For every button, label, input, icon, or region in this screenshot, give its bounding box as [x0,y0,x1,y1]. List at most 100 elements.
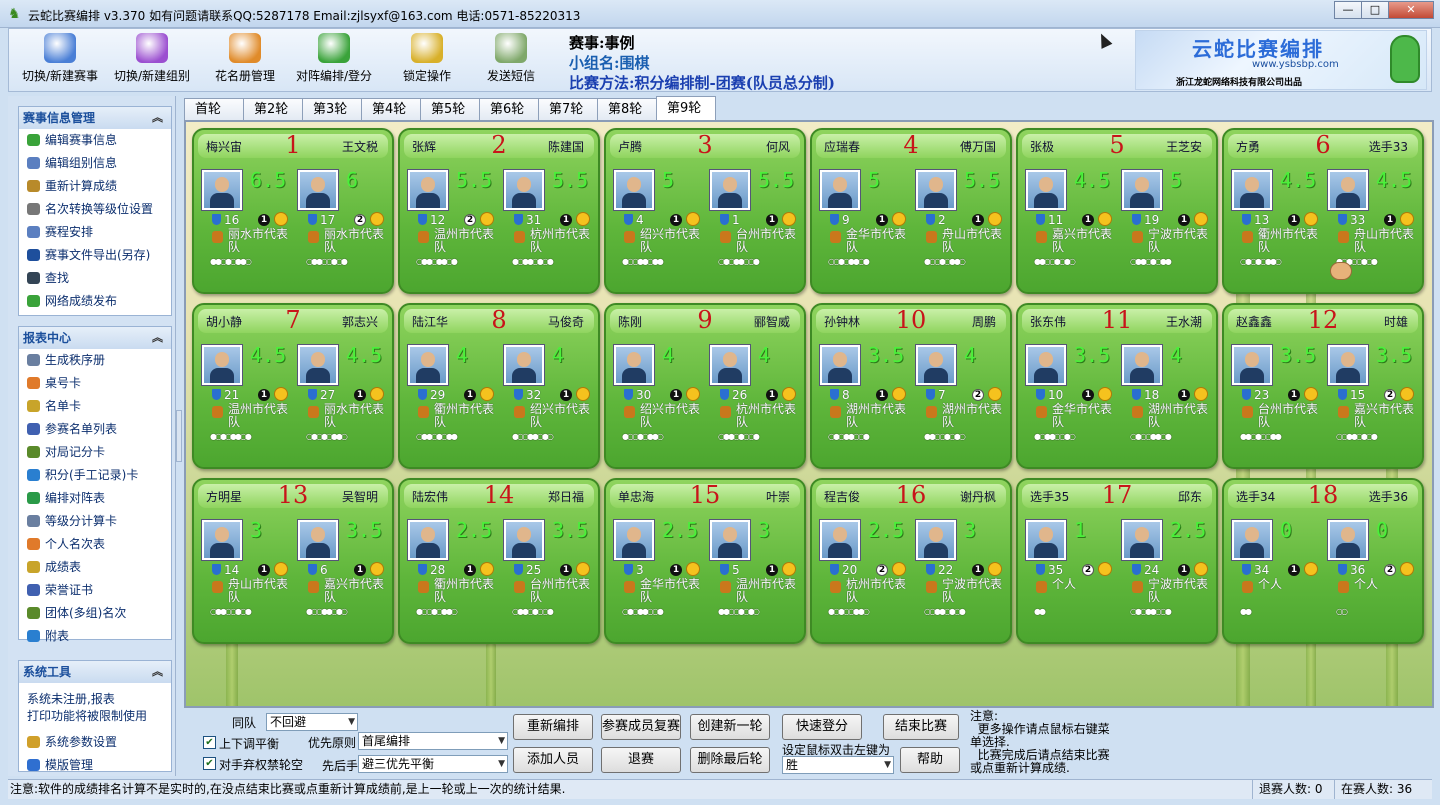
result-emoji-icon[interactable] [988,212,1002,226]
table-card[interactable]: 张东伟 11 王水潮 3.5 10 1 金华市代表队 ●○●●○○●○ 4 18 1 湖州市代表队 ○●… [1016,303,1218,469]
player-avatar[interactable] [298,520,338,560]
result-emoji-icon[interactable] [1304,387,1318,401]
result-emoji-icon[interactable] [1098,562,1112,576]
result-emoji-icon[interactable] [274,212,288,226]
result-emoji-icon[interactable] [1400,387,1414,401]
tab-round-4[interactable]: 第4轮 [361,98,421,120]
tab-round-7[interactable]: 第7轮 [538,98,598,120]
table-card[interactable]: 陆宏伟 14 郑日福 2.5 28 1 衢州市代表队 ●○○●○●●○ 3.5 25 1 台州市代表队… [398,478,600,644]
quick-score-button[interactable]: 快速登分 [782,714,862,740]
table-card[interactable]: 程吉俊 16 谢丹枫 2.5 20 2 杭州市代表队 ●○●○○●●○ 3 22 1 宁波市代表队 ○○… [810,478,1012,644]
result-emoji-icon[interactable] [1400,562,1414,576]
sidebar-report-item[interactable]: 等级分计算卡 [19,510,171,533]
collapse-icon[interactable]: ︽ [152,327,163,349]
result-emoji-icon[interactable] [370,212,384,226]
player-avatar[interactable] [820,345,860,385]
panel-header[interactable]: 赛事信息管理 ︽ [19,107,171,129]
player-avatar[interactable] [916,520,956,560]
collapse-icon[interactable]: ︽ [152,661,163,683]
sidebar-info-item[interactable]: 名次转换等级位设置 [19,198,171,221]
add-player-button[interactable]: 添加人员 [513,747,593,773]
sidebar-report-item[interactable]: 荣誉证书 [19,579,171,602]
sidebar-report-item[interactable]: 对局记分卡 [19,441,171,464]
end-match-button[interactable]: 结束比赛 [883,714,959,740]
result-emoji-icon[interactable] [686,387,700,401]
result-emoji-icon[interactable] [370,387,384,401]
toolbar-button-1[interactable]: 切换/新建组别 [107,31,197,89]
table-card[interactable]: 陈刚 9 郦智威 4 30 1 绍兴市代表队 ●○○●○●●○ 4 26 1 杭州市代表队 ○●●○●○… [604,303,806,469]
result-emoji-icon[interactable] [1194,212,1208,226]
sidebar-info-item[interactable]: 查找 [19,267,171,290]
withdraw-button[interactable]: 退赛 [601,747,681,773]
player-avatar[interactable] [1232,345,1272,385]
sidebar-report-item[interactable]: 名单卡 [19,395,171,418]
toolbar-button-2[interactable]: 花名册管理 [207,31,283,89]
result-emoji-icon[interactable] [480,387,494,401]
table-card[interactable]: 张辉 2 陈建国 5.5 12 2 温州市代表队 ○●●○●●○● 5.5 31 1 杭州市代表队 ●○… [398,128,600,294]
sidebar-report-item[interactable]: 团体(多组)名次 [19,602,171,625]
result-emoji-icon[interactable] [1304,212,1318,226]
result-emoji-icon[interactable] [1098,212,1112,226]
result-emoji-icon[interactable] [782,387,796,401]
result-emoji-icon[interactable] [480,562,494,576]
player-avatar[interactable] [710,170,750,210]
result-emoji-icon[interactable] [576,387,590,401]
player-avatar[interactable] [1026,520,1066,560]
player-avatar[interactable] [1328,345,1368,385]
first-move-select[interactable]: 避三优先平衡 ▼ [358,755,508,773]
table-card[interactable]: 应瑞春 4 傅万国 5 9 1 金华市代表队 ○○●○●●○● 5.5 2 1 舟山市代表队 ●○○●○… [810,128,1012,294]
table-card[interactable]: 胡小静 7 郭志兴 4.5 21 1 温州市代表队 ●○●○●●○● 4.5 27 1 丽水市代表队 ○… [192,303,394,469]
player-avatar[interactable] [298,170,338,210]
player-avatar[interactable] [202,170,242,210]
collapse-icon[interactable]: ︽ [152,107,163,129]
result-emoji-icon[interactable] [892,387,906,401]
result-emoji-icon[interactable] [1304,562,1318,576]
result-emoji-icon[interactable] [782,212,796,226]
table-card[interactable]: 陆江华 8 马俊奇 4 29 1 衢州市代表队 ○●●○●○●● 4 32 1 绍兴市代表队 ●○○●●… [398,303,600,469]
player-avatar[interactable] [408,345,448,385]
player-avatar[interactable] [916,345,956,385]
repair-button[interactable]: 重新编排 [513,714,593,740]
tab-round-2[interactable]: 第2轮 [243,98,303,120]
sidebar-splitter[interactable] [176,410,182,462]
sidebar-info-item[interactable]: 重新计算成绩 [19,175,171,198]
sidebar-info-item[interactable]: 编辑赛事信息 [19,129,171,152]
table-card[interactable]: 选手34 18 选手36 0 34 1 个人 ●● 0 36 2 个人 ○○ [1222,478,1424,644]
sidebar-report-item[interactable]: 积分(手工记录)卡 [19,464,171,487]
player-avatar[interactable] [614,170,654,210]
help-button[interactable]: 帮助 [900,747,960,773]
dblclick-select[interactable]: 胜 ▼ [782,756,894,774]
table-card[interactable]: 选手35 17 邱东 1 35 2 个人 ●● 2.5 24 1 宁波市代表队 ○●○●●○○● [1016,478,1218,644]
sidebar-report-item[interactable]: 编排对阵表 [19,487,171,510]
player-avatar[interactable] [916,170,956,210]
player-avatar[interactable] [1026,345,1066,385]
new-round-button[interactable]: 创建新一轮 [690,714,770,740]
sidebar-info-item[interactable]: 赛事文件导出(另存) [19,244,171,267]
table-card[interactable]: 赵鑫鑫 12 时雄 3.5 23 1 台州市代表队 ●●○●○○●● 3.5 15 2 嘉兴市代表队 ○… [1222,303,1424,469]
result-emoji-icon[interactable] [274,562,288,576]
minimize-button[interactable]: — [1334,1,1362,19]
toolbar-button-3[interactable]: 对阵编排/登分 [285,31,383,89]
result-emoji-icon[interactable] [988,562,1002,576]
tab-round-9[interactable]: 第9轮 [656,96,716,120]
table-card[interactable]: 张极 5 王芝安 4.5 11 1 嘉兴市代表队 ●●○○●○●○ 5 19 1 宁波市代表队 ○●●○… [1016,128,1218,294]
sidebar-report-item[interactable]: 生成秩序册 [19,349,171,372]
player-avatar[interactable] [504,170,544,210]
result-emoji-icon[interactable] [686,212,700,226]
player-avatar[interactable] [1122,520,1162,560]
toolbar-button-0[interactable]: 切换/新建赛事 [15,31,105,89]
sidebar-tools-item[interactable]: 模版管理 [19,754,171,771]
delete-last-round-button[interactable]: 删除最后轮 [690,747,770,773]
table-card[interactable]: 卢腾 3 何风 5 4 1 绍兴市代表队 ●○○●●○●● 5.5 1 1 台州市代表队 ○●○●●○○… [604,128,806,294]
player-avatar[interactable] [614,520,654,560]
table-card[interactable]: 孙钟林 10 周鹏 3.5 8 1 湖州市代表队 ○●○●●○○● 4 7 2 湖州市代表队 ●●○○●… [810,303,1012,469]
tab-round-1[interactable]: 首轮 [184,98,244,120]
tab-round-8[interactable]: 第8轮 [597,98,657,120]
player-avatar[interactable] [408,520,448,560]
result-emoji-icon[interactable] [576,562,590,576]
result-emoji-icon[interactable] [686,562,700,576]
result-emoji-icon[interactable] [892,562,906,576]
result-emoji-icon[interactable] [988,387,1002,401]
player-avatar[interactable] [614,345,654,385]
player-avatar[interactable] [1122,345,1162,385]
